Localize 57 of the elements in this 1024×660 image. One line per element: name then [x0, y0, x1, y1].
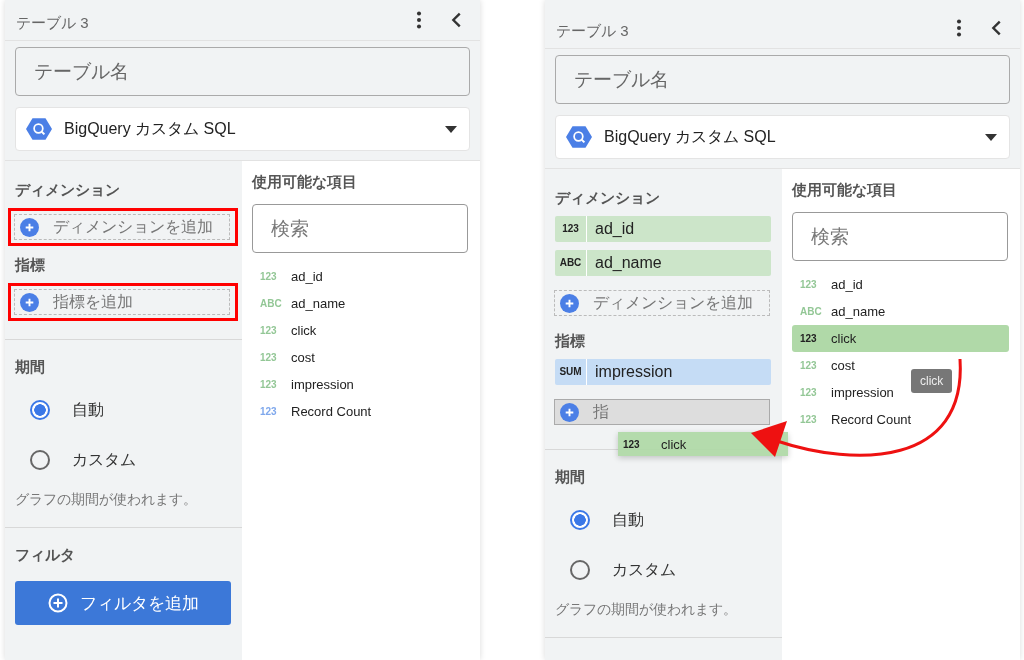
- radio-label: 自動: [72, 399, 104, 420]
- field-item[interactable]: 123 cost: [252, 344, 321, 371]
- hint-text: グラフの期間が使われます。: [15, 491, 198, 509]
- field-item[interactable]: 123 impression: [792, 379, 900, 406]
- dimension-chip[interactable]: 123 ad_id: [555, 216, 771, 242]
- radio-button[interactable]: [570, 560, 590, 580]
- add-dimension-button[interactable]: ディメンションを追加: [14, 214, 230, 240]
- section-heading: 指標: [555, 331, 586, 351]
- search-field[interactable]: 検索: [252, 204, 468, 253]
- panel-title: テーブル 3: [16, 13, 90, 33]
- data-source-dropdown[interactable]: BigQuery カスタム SQL: [555, 115, 1010, 159]
- radio-button[interactable]: [570, 510, 590, 530]
- plus-circle-icon: [47, 593, 68, 613]
- radio-button[interactable]: [30, 450, 50, 470]
- section-heading: 使用可能な項目: [252, 173, 358, 192]
- plus-icon: [560, 293, 579, 313]
- hint-text: グラフの期間が使われます。: [555, 601, 738, 619]
- panel-title: テーブル 3: [556, 21, 630, 41]
- section-heading: 指標: [15, 255, 46, 275]
- table-name-field[interactable]: テーブル名: [15, 47, 470, 96]
- field-item[interactable]: 123 ad_id: [792, 271, 869, 298]
- section-heading: 使用可能な項目: [792, 181, 898, 200]
- field-item[interactable]: 123 cost: [792, 352, 861, 379]
- metric-chip[interactable]: SUM impression: [555, 359, 771, 385]
- caret-icon: [985, 133, 997, 141]
- radio-label: 自動: [612, 509, 644, 530]
- radio-label: カスタム: [72, 449, 136, 470]
- plus-icon: [20, 292, 39, 312]
- caret-icon: [445, 125, 457, 133]
- radio-label: カスタム: [612, 559, 676, 580]
- dragged-field[interactable]: 123 click: [618, 432, 788, 456]
- add-dimension-button[interactable]: ディメンションを追加: [554, 290, 770, 316]
- field-item[interactable]: 123 Record Count: [252, 398, 378, 425]
- plus-icon: [560, 402, 579, 422]
- add-filter-button[interactable]: フィルタを追加: [15, 581, 231, 625]
- table-name-field[interactable]: テーブル名: [555, 55, 1010, 104]
- section-heading: ディメンション: [15, 180, 121, 200]
- data-source-dropdown[interactable]: BigQuery カスタム SQL: [15, 107, 470, 151]
- field-item[interactable]: ABC ad_name: [792, 298, 892, 325]
- dimension-chip[interactable]: ABC ad_name: [555, 250, 771, 276]
- plus-icon: [20, 217, 39, 237]
- tooltip: click: [911, 369, 953, 393]
- section-heading: フィルタ: [15, 545, 76, 565]
- field-item[interactable]: 123 click: [792, 325, 1009, 352]
- bigquery-icon: [26, 116, 52, 142]
- field-item[interactable]: 123 impression: [252, 371, 360, 398]
- search-field[interactable]: 検索: [792, 212, 1008, 261]
- field-item[interactable]: ABC ad_name: [252, 290, 352, 317]
- add-metric-button[interactable]: 指標を追加: [14, 289, 230, 315]
- section-heading: ディメンション: [555, 188, 661, 208]
- section-heading: 期間: [15, 357, 46, 377]
- bigquery-icon: [566, 124, 592, 150]
- field-item[interactable]: 123 Record Count: [792, 406, 918, 433]
- field-item[interactable]: 123 click: [252, 317, 323, 344]
- field-item[interactable]: 123 ad_id: [252, 263, 329, 290]
- radio-button[interactable]: [30, 400, 50, 420]
- section-heading: 期間: [555, 467, 586, 487]
